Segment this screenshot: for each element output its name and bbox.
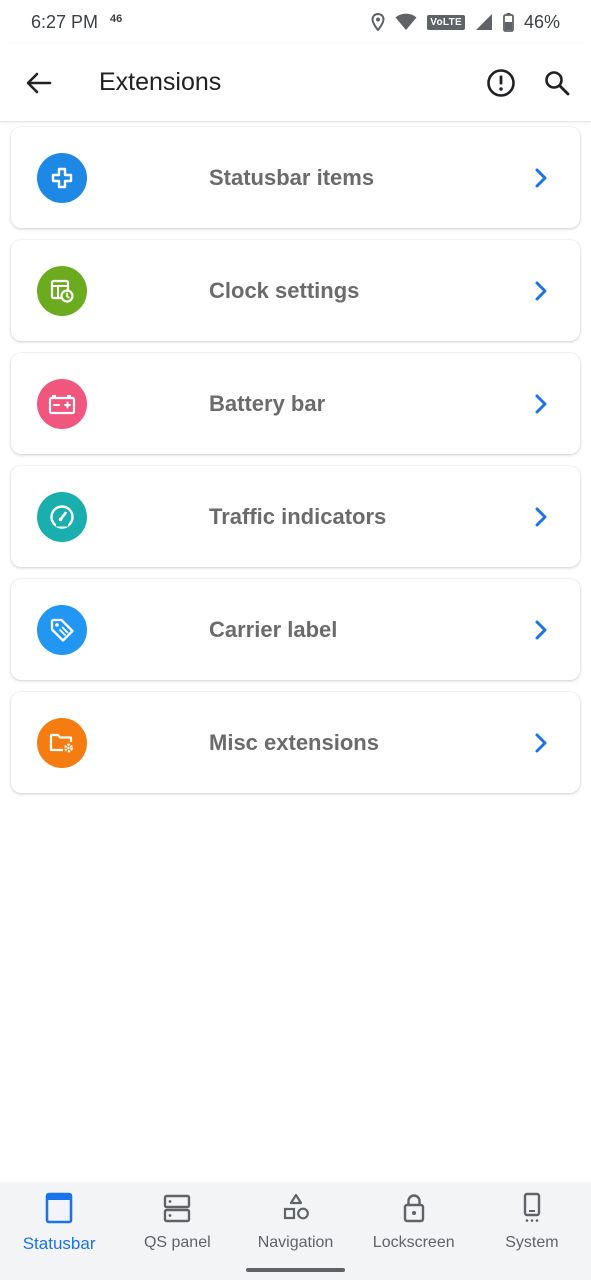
plus-box-icon (37, 152, 87, 203)
alert-circle-icon (487, 68, 515, 97)
card-carrier-label[interactable]: Carrier label (11, 579, 580, 680)
battery-icon (503, 12, 514, 32)
volte-badge: VoLTE (427, 14, 465, 30)
location-icon (371, 13, 385, 31)
statusbar-icon (45, 1192, 73, 1224)
chevron-right-icon (535, 507, 547, 526)
extensions-list: Statusbar items Clock settings Battery b… (11, 127, 580, 805)
card-label: Carrier label (209, 616, 338, 642)
info-button[interactable] (479, 61, 523, 105)
nav-label: Lockscreen (372, 1234, 455, 1251)
status-bar: 6:27 PM 46 VoLTE 46% (0, 0, 591, 44)
status-icons: VoLTE 46% (371, 12, 560, 33)
status-time: 6:27 PM (31, 11, 99, 32)
network-type: 46 (110, 13, 123, 25)
page-title: Extensions (99, 68, 222, 96)
nav-label: System (505, 1234, 559, 1251)
card-label: Statusbar items (209, 164, 375, 190)
chevron-right-icon (535, 620, 547, 639)
card-clock-settings[interactable]: Clock settings (11, 240, 580, 341)
card-label: Misc extensions (209, 729, 379, 755)
arrow-back-icon (26, 72, 52, 93)
card-traffic-indicators[interactable]: Traffic indicators (11, 466, 580, 567)
qs-panel-icon (164, 1194, 191, 1223)
calendar-clock-icon (37, 265, 87, 316)
search-icon (545, 70, 570, 95)
bottom-navigation: Statusbar QS panel Navigation Lockscreen… (0, 1182, 591, 1280)
back-button[interactable] (15, 59, 63, 107)
folder-settings-icon (37, 717, 87, 768)
signal-icon (475, 14, 492, 30)
battery-charge-icon (37, 378, 87, 429)
app-bar-actions (479, 61, 579, 105)
shapes-icon (283, 1193, 309, 1220)
tag-icon (37, 604, 87, 655)
lock-icon (403, 1194, 424, 1223)
battery-percent: 46% (523, 11, 560, 32)
home-indicator[interactable] (246, 1268, 345, 1272)
card-label: Clock settings (209, 277, 360, 303)
nav-qs-panel[interactable]: QS panel (118, 1182, 236, 1280)
wifi-icon (395, 13, 417, 31)
card-label: Battery bar (209, 390, 326, 416)
search-button[interactable] (535, 61, 579, 105)
card-statusbar-items[interactable]: Statusbar items (11, 127, 580, 228)
card-label: Traffic indicators (209, 503, 387, 529)
phone-icon (523, 1192, 541, 1222)
nav-system[interactable]: System (473, 1182, 591, 1280)
chevron-right-icon (535, 168, 547, 187)
nav-label: Statusbar (22, 1234, 96, 1253)
nav-navigation[interactable]: Navigation (236, 1182, 354, 1280)
nav-statusbar[interactable]: Statusbar (0, 1182, 118, 1280)
chevron-right-icon (535, 281, 547, 300)
card-battery-bar[interactable]: Battery bar (11, 353, 580, 454)
nav-label: Navigation (257, 1234, 334, 1251)
card-misc-extensions[interactable]: Misc extensions (11, 692, 580, 793)
chevron-right-icon (535, 733, 547, 752)
nav-lockscreen[interactable]: Lockscreen (355, 1182, 473, 1280)
speedometer-icon (37, 491, 87, 542)
chevron-right-icon (535, 394, 547, 413)
nav-label: QS panel (143, 1234, 211, 1251)
app-bar: Extensions (0, 44, 591, 122)
